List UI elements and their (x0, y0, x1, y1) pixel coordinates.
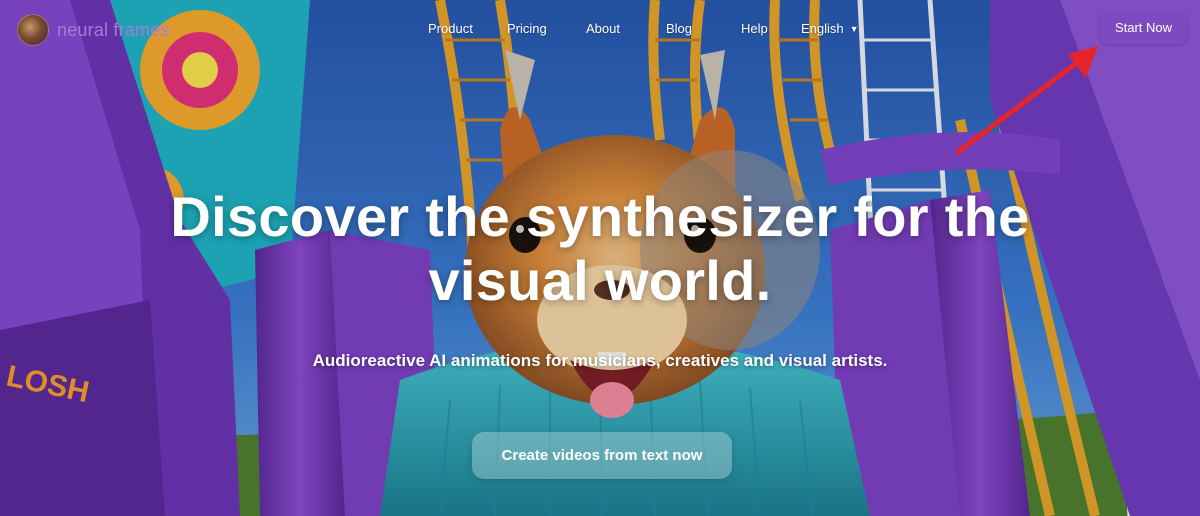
top-navigation: Product Pricing About Blog Help English … (0, 20, 1200, 38)
hero-subheadline: Audioreactive AI animations for musician… (312, 351, 888, 370)
nav-blog[interactable]: Blog (666, 20, 692, 38)
start-now-button[interactable]: Start Now (1100, 12, 1187, 44)
nav-product[interactable]: Product (428, 20, 473, 38)
nav-about[interactable]: About (586, 20, 620, 38)
language-label: English (801, 21, 844, 36)
hero-headline-line-1: Discover the synthesizer for the (170, 185, 1030, 248)
hero-headline-line-2: visual world. (428, 249, 772, 312)
red-arrow-icon (955, 46, 1098, 155)
caret-down-icon: ▼ (849, 24, 859, 34)
nav-help[interactable]: Help (741, 20, 768, 38)
create-videos-button[interactable]: Create videos from text now (472, 432, 732, 479)
language-selector[interactable]: English ▼ (801, 20, 859, 38)
landing-page: LOSH neural frames Product Pricing About… (0, 0, 1200, 516)
nav-pricing[interactable]: Pricing (507, 20, 547, 38)
hero-headline: Discover the synthesizer for the visual … (100, 185, 1100, 313)
